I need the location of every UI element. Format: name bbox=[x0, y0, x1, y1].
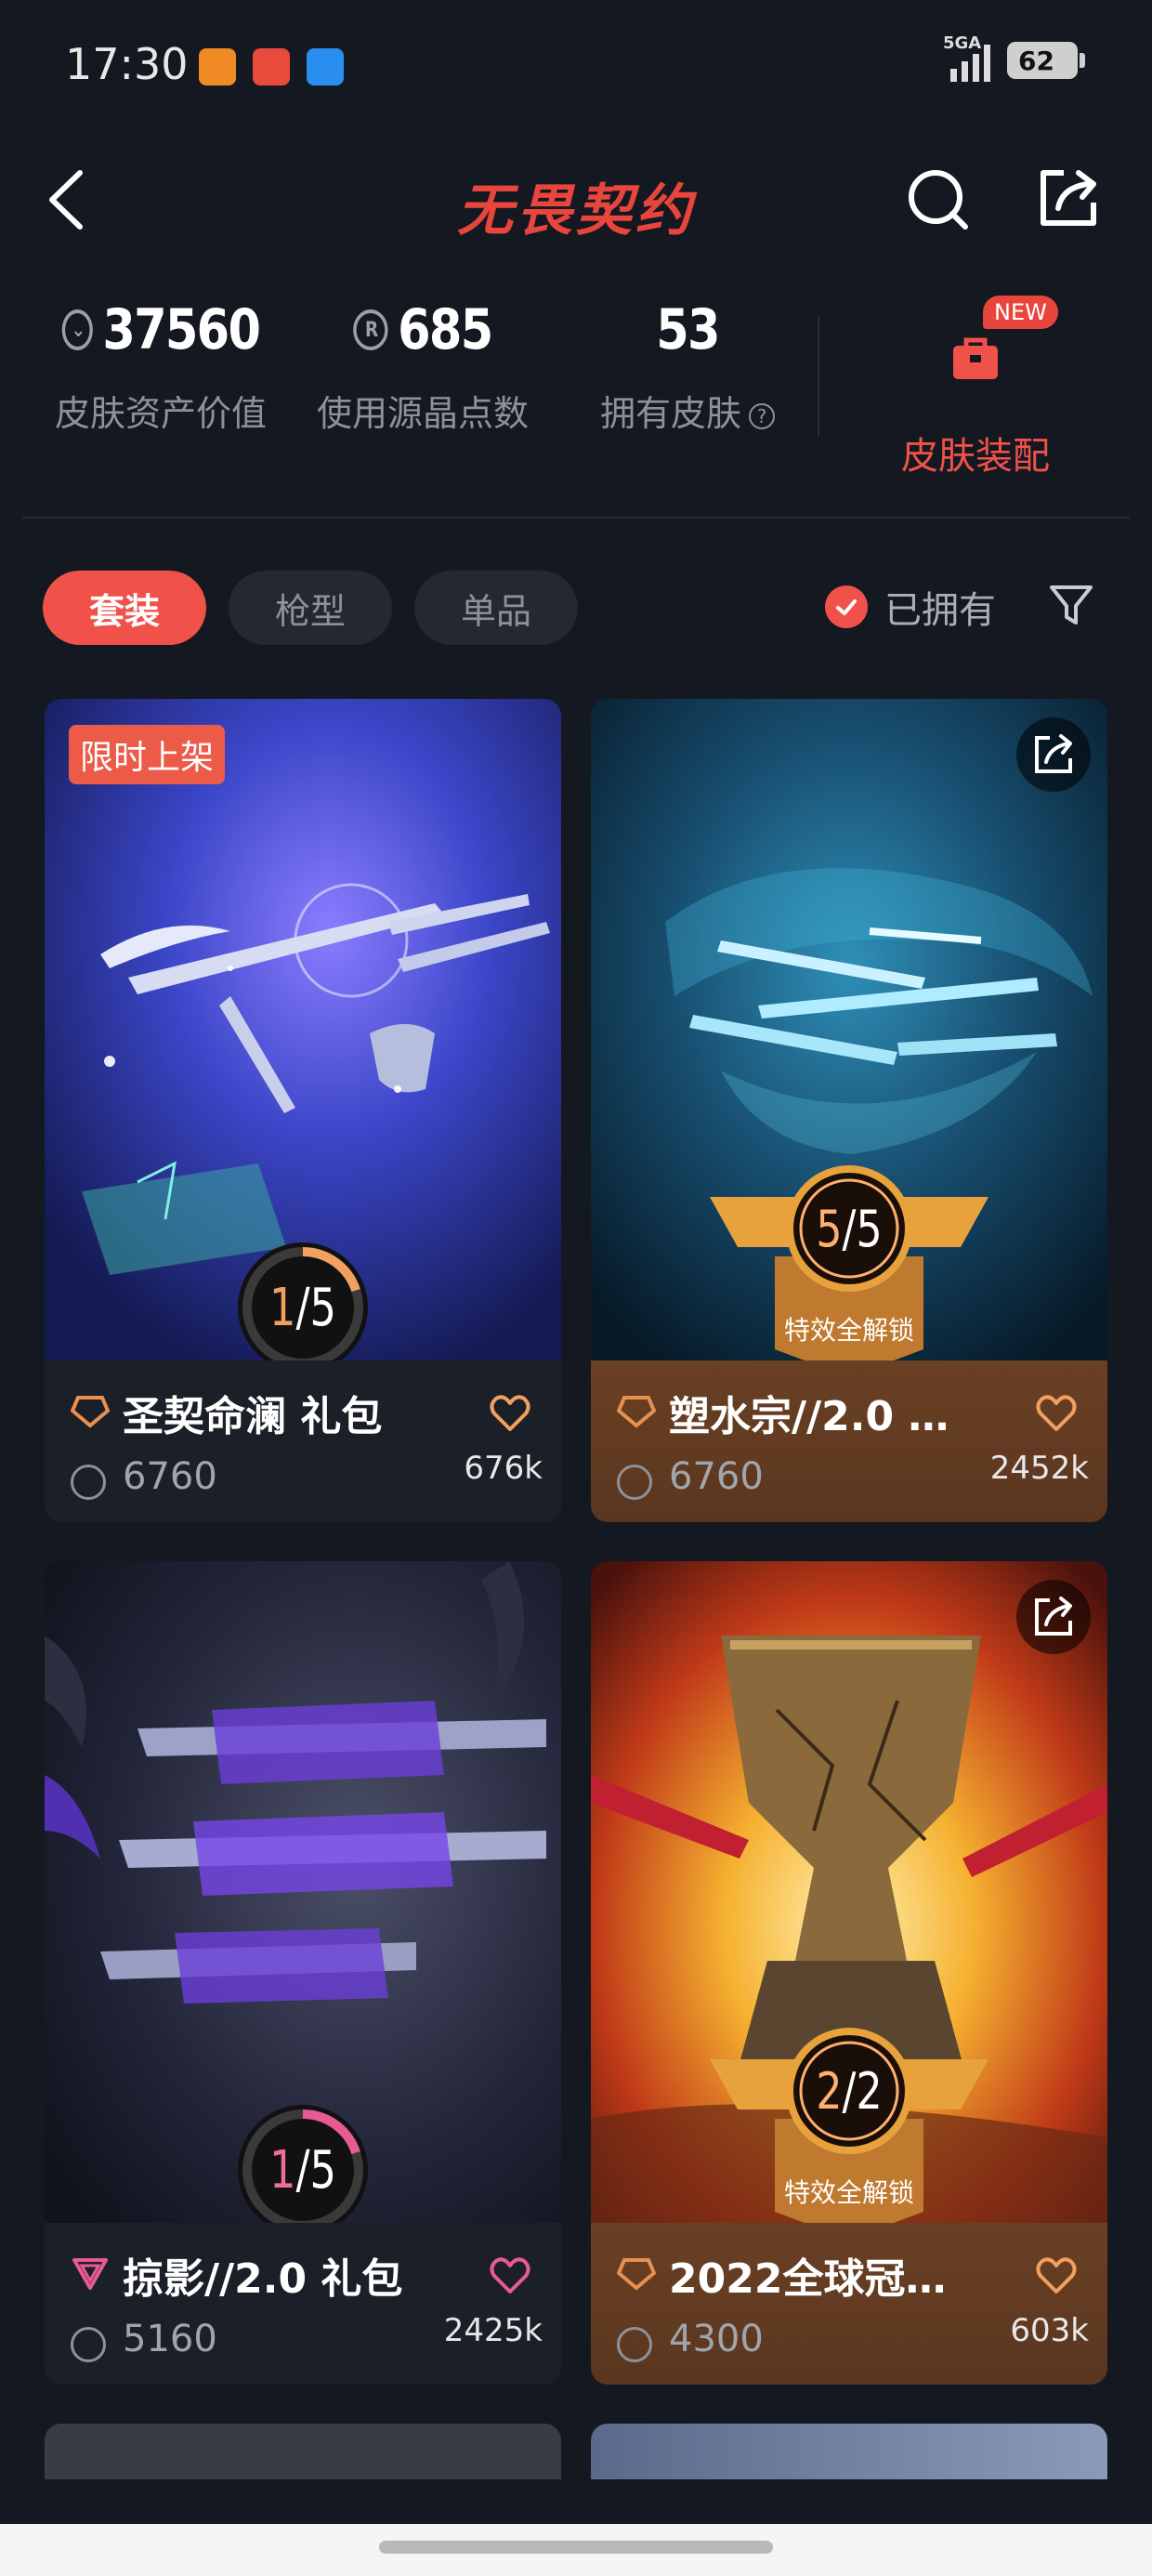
heart-icon[interactable] bbox=[489, 1394, 531, 1433]
status-bar: 17:30 5GA 62 bbox=[0, 0, 1152, 130]
filter-icon[interactable] bbox=[1048, 582, 1094, 628]
stat-asset-value: ⌄ 37560 皮肤资产价值 bbox=[54, 297, 267, 434]
vp-icon bbox=[617, 2327, 652, 2362]
card-info: 掠影//2.0 礼包 5160 2425k bbox=[45, 2223, 561, 2385]
unlock-emblem: 5/5 特效全解锁 bbox=[710, 1163, 988, 1387]
bundle-price: 6760 bbox=[669, 1455, 764, 1498]
check-icon bbox=[825, 585, 868, 628]
like-count: 676k bbox=[464, 1450, 543, 1487]
bundle-name: 掠影//2.0 礼包 bbox=[123, 2255, 403, 2303]
new-badge: NEW bbox=[983, 296, 1058, 329]
heart-icon[interactable] bbox=[1035, 1394, 1078, 1433]
bundle-name: 圣契命澜 礼包 bbox=[123, 1393, 383, 1440]
collection-progress: 1/5 bbox=[233, 2100, 373, 2240]
tier-icon bbox=[617, 2258, 656, 2291]
home-indicator[interactable] bbox=[379, 2541, 773, 2554]
vp-icon: ⌄ bbox=[61, 309, 94, 350]
card-info: 2022全球冠军... 4300 603k bbox=[591, 2223, 1107, 2385]
vp-icon bbox=[71, 2327, 106, 2362]
unlock-emblem: 2/2 特效全解锁 bbox=[710, 2026, 988, 2249]
card-info: 塑水宗//2.0 礼包 6760 2452k bbox=[591, 1360, 1107, 1522]
bundle-card[interactable] bbox=[45, 2424, 561, 2479]
app-notification-icon bbox=[253, 48, 290, 85]
unlock-label: 特效全解锁 bbox=[783, 1315, 914, 1346]
help-icon[interactable]: ? bbox=[749, 402, 775, 429]
app-logo: 无畏契约 bbox=[457, 178, 695, 243]
app-notification-icon bbox=[199, 48, 236, 85]
heart-icon[interactable] bbox=[489, 2256, 531, 2295]
share-icon[interactable] bbox=[1016, 717, 1091, 792]
status-time: 17:30 bbox=[65, 39, 189, 89]
share-icon[interactable] bbox=[1016, 1580, 1091, 1654]
divider bbox=[22, 517, 1130, 519]
tier-icon bbox=[71, 1396, 110, 1428]
app-notification-icon bbox=[307, 48, 344, 85]
bag-icon bbox=[953, 337, 998, 379]
owned-filter-toggle[interactable]: 已拥有 bbox=[825, 580, 996, 634]
bundle-name: 2022全球冠军... bbox=[669, 2255, 985, 2303]
heart-icon[interactable] bbox=[1035, 2256, 1078, 2295]
search-icon[interactable] bbox=[906, 167, 971, 232]
bundle-card[interactable] bbox=[591, 2424, 1107, 2479]
limited-time-badge: 限时上架 bbox=[69, 725, 226, 784]
bundle-price: 6760 bbox=[123, 1455, 217, 1498]
tier-icon bbox=[72, 2258, 108, 2290]
tier-icon bbox=[617, 1396, 656, 1428]
radianite-icon: R bbox=[353, 309, 388, 350]
collection-progress: 1/5 bbox=[233, 1238, 373, 1377]
bundle-card[interactable]: 1/5 掠影//2.0 礼包 5160 2425k bbox=[45, 1561, 561, 2385]
share-icon[interactable] bbox=[1036, 165, 1101, 230]
unlock-label: 特效全解锁 bbox=[783, 2177, 914, 2208]
bundle-name: 塑水宗//2.0 礼包 bbox=[669, 1393, 985, 1440]
bundle-price: 4300 bbox=[669, 2318, 764, 2360]
signal-icon: 5GA bbox=[943, 33, 990, 82]
category-tabs: 套装 枪型 单品 bbox=[43, 571, 579, 645]
vp-icon bbox=[71, 1465, 106, 1500]
like-count: 2425k bbox=[443, 2312, 543, 2349]
battery-icon: 62 bbox=[1007, 42, 1085, 79]
divider bbox=[818, 316, 819, 437]
stats-panel: ⌄ 37560 皮肤资产价值 R 685 使用源晶点数 53 拥有皮肤? NEW 皮… bbox=[0, 296, 1152, 478]
bundle-card[interactable]: 限时上架 1/5 圣契命澜 礼包 6760 676k bbox=[45, 699, 561, 1522]
like-count: 2452k bbox=[989, 1450, 1089, 1487]
app-header: 无畏契约 bbox=[0, 139, 1152, 260]
navigation-bar bbox=[0, 2524, 1152, 2576]
bundle-price: 5160 bbox=[123, 2318, 217, 2360]
bundle-card[interactable]: 5/5 特效全解锁 塑水宗//2.0 礼包 6760 2452k bbox=[591, 699, 1107, 1522]
tab-weapon-types[interactable]: 枪型 bbox=[229, 571, 393, 645]
tab-single-items[interactable]: 单品 bbox=[414, 571, 579, 645]
stat-radianite-points: R 685 使用源晶点数 bbox=[316, 297, 529, 434]
like-count: 603k bbox=[1010, 2312, 1089, 2349]
vp-icon bbox=[617, 1465, 652, 1500]
bundle-card[interactable]: 2/2 特效全解锁 2022全球冠军... 4300 603k bbox=[591, 1561, 1107, 2385]
stat-owned-skins[interactable]: 53 拥有皮肤? bbox=[585, 297, 790, 436]
card-info: 圣契命澜 礼包 6760 676k bbox=[45, 1360, 561, 1522]
tab-bundles[interactable]: 套装 bbox=[43, 571, 207, 645]
skin-equip-button[interactable]: NEW 皮肤装配 bbox=[873, 296, 1078, 480]
